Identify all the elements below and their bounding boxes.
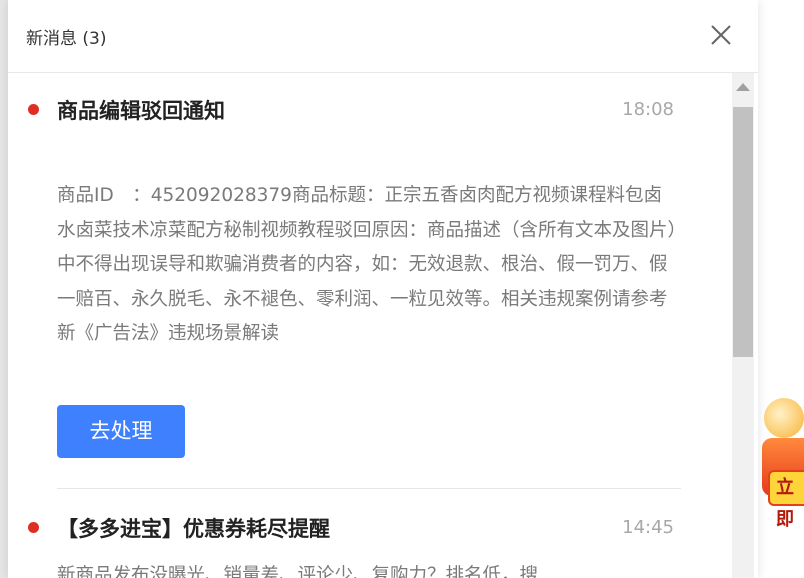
close-button[interactable] <box>708 22 734 48</box>
panel-header: 新消息 (3) <box>8 0 758 73</box>
notification-panel: 新消息 (3) 商品编辑驳回通知 18:08 商品ID ：45209202837… <box>8 0 758 578</box>
divider <box>57 488 681 489</box>
scroll-thumb[interactable] <box>733 107 753 357</box>
message-time: 18:08 <box>622 99 674 120</box>
message-body: 新商品发布没曝光、销量差、评论少、复购力？排名低，搜 <box>57 565 539 578</box>
scroll-up-arrow-icon[interactable] <box>736 83 750 91</box>
panel-title: 新消息 (3) <box>26 29 107 49</box>
background-page <box>0 0 8 578</box>
unread-dot <box>28 104 39 115</box>
close-icon <box>711 25 731 45</box>
message-body: 商品ID ：452092028379商品标题：正宗五香卤肉配方视频课程料包卤水卤… <box>57 185 677 344</box>
unread-dot <box>28 522 39 533</box>
scrollbar[interactable] <box>732 73 754 578</box>
promo-widget[interactable]: 立即 <box>756 398 804 530</box>
message-title: 商品编辑驳回通知 <box>57 99 225 123</box>
message-time: 14:45 <box>622 517 674 538</box>
handle-button[interactable]: 去处理 <box>57 405 185 458</box>
message-list[interactable]: 商品编辑驳回通知 18:08 商品ID ：452092028379商品标题：正宗… <box>8 73 758 578</box>
coin-icon <box>764 398 804 438</box>
message-title: 【多多进宝】优惠券耗尽提醒 <box>57 517 330 541</box>
promo-label[interactable]: 立即 <box>768 470 804 530</box>
